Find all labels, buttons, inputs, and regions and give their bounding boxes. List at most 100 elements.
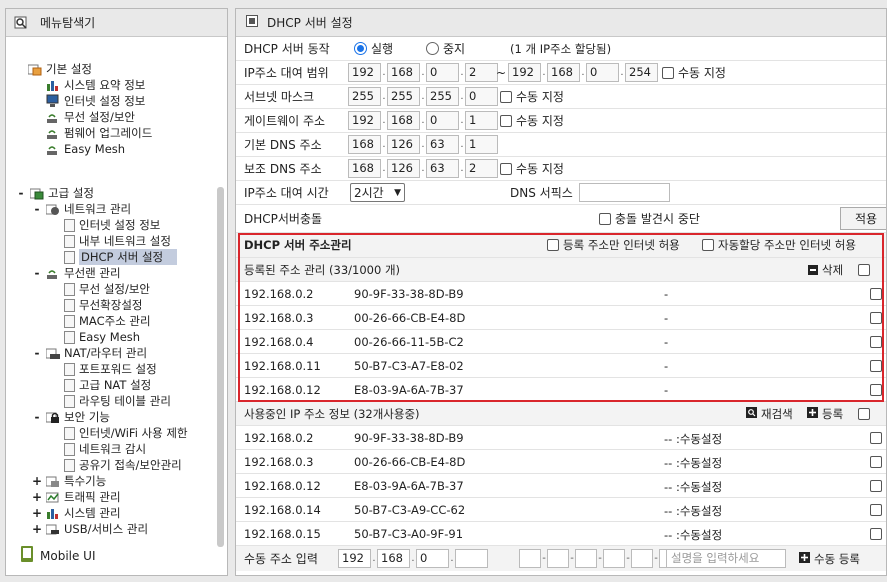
table-row[interactable]: 192.168.0.15 50-B7-C3-A0-9F-91 -- :수동설정 bbox=[236, 522, 886, 546]
menu-nat[interactable]: - NAT/라우터 관리 bbox=[32, 345, 148, 361]
menu-usb[interactable]: + USB/서비스 관리 bbox=[32, 521, 148, 537]
menu-wireless-item-2[interactable]: MAC주소 관리 bbox=[64, 313, 151, 329]
menu-security[interactable]: - 보안 기능 bbox=[32, 409, 110, 425]
menu-system[interactable]: + 시스템 관리 bbox=[32, 505, 121, 521]
range-end-input[interactable]: 192. 168. 0. 254 bbox=[508, 63, 658, 82]
expand-icon[interactable]: + bbox=[32, 473, 42, 489]
menu-scrollbar[interactable] bbox=[217, 187, 224, 547]
mobile-icon bbox=[20, 546, 34, 565]
menu-wireless[interactable]: - 무선랜 관리 bbox=[32, 265, 121, 281]
expand-icon[interactable]: + bbox=[32, 505, 42, 521]
page-icon bbox=[64, 314, 75, 328]
collapse-icon[interactable]: - bbox=[32, 265, 42, 281]
menu-security-item-1[interactable]: 네트워크 감시 bbox=[64, 441, 146, 457]
dns1-input[interactable]: 168. 126. 63. 1 bbox=[348, 135, 498, 154]
row-checkbox[interactable] bbox=[870, 504, 882, 516]
dns-suffix-input[interactable] bbox=[579, 183, 670, 202]
page-icon bbox=[64, 362, 75, 376]
menu-basic-item-3[interactable]: 펌웨어 업그레이드 bbox=[46, 125, 152, 141]
manual-ip-input[interactable]: 192. 168. 0. bbox=[338, 549, 488, 568]
folder-icon bbox=[45, 474, 60, 488]
row-operation: DHCP 서버 동작 실행 중지 (1 개 IP주소 할당됨) bbox=[236, 37, 886, 61]
select-all-inuse-checkbox[interactable] bbox=[858, 407, 870, 420]
table-row[interactable]: 192.168.0.14 50-B7-C3-A9-CC-62 -- :수동설정 bbox=[236, 498, 886, 522]
lease-select[interactable]: 2시간 ▼ bbox=[350, 183, 405, 202]
plus-icon bbox=[799, 551, 810, 566]
menu-network-item-1[interactable]: 내부 네트워크 설정 bbox=[64, 233, 171, 249]
wireless-icon bbox=[46, 110, 60, 124]
rescan-button[interactable]: 재검색 bbox=[746, 406, 793, 422]
subnet-manual-checkbox[interactable] bbox=[500, 90, 512, 103]
row-dns1: 기본 DNS 주소 168. 126. 63. 1 bbox=[236, 133, 886, 157]
radio-run[interactable]: 실행 bbox=[354, 40, 393, 57]
manual-register-button[interactable]: 수동 등록 bbox=[799, 551, 860, 567]
subnet-input[interactable]: 255. 255. 255. 0 bbox=[348, 87, 498, 106]
row-gateway: 게이트웨이 주소 192. 168. 0. 1 수동 지정 bbox=[236, 109, 886, 133]
menu-wireless-item-0[interactable]: 무선 설정/보안 bbox=[64, 281, 150, 297]
menu-special[interactable]: + 특수기능 bbox=[32, 473, 106, 489]
dhcp-panel: DHCP 서버 설정 DHCP 서버 동작 실행 중지 (1 개 IP주소 할당… bbox=[235, 8, 887, 576]
subnet-manual[interactable]: 수동 지정 bbox=[500, 88, 564, 105]
table-row[interactable]: 192.168.0.2 90-9F-33-38-8D-B9 -- :수동설정 bbox=[236, 426, 886, 450]
radio-run-button[interactable] bbox=[354, 42, 367, 55]
page-icon bbox=[64, 330, 75, 344]
usb-icon bbox=[45, 522, 60, 536]
row-subnet: 서브넷 마스크 255. 255. 255. 0 수동 지정 bbox=[236, 85, 886, 109]
menu-nat-item-0[interactable]: 포트포워드 설정 bbox=[64, 361, 157, 377]
dhcp-header: DHCP 서버 설정 bbox=[236, 9, 886, 37]
menu-advanced[interactable]: - 고급 설정 bbox=[16, 185, 94, 201]
expand-icon[interactable]: + bbox=[32, 521, 42, 537]
page-icon bbox=[64, 426, 75, 440]
conflict-stop-checkbox[interactable] bbox=[599, 212, 611, 225]
table-row[interactable]: 192.168.0.3 00-26-66-CB-E4-8D -- :수동설정 bbox=[236, 450, 886, 474]
collapse-icon[interactable]: - bbox=[32, 201, 42, 217]
page-icon bbox=[64, 298, 75, 312]
menu-basic-item-4[interactable]: Easy Mesh bbox=[46, 141, 125, 157]
menu-wireless-item-3[interactable]: Easy Mesh bbox=[64, 329, 140, 345]
dns2-manual[interactable]: 수동 지정 bbox=[500, 160, 564, 177]
menu-network-item-0[interactable]: 인터넷 설정 정보 bbox=[64, 217, 160, 233]
table-row[interactable]: 192.168.0.12 E8-03-9A-6A-7B-37 -- :수동설정 bbox=[236, 474, 886, 498]
row-checkbox[interactable] bbox=[870, 528, 882, 540]
range-start-input[interactable]: 192. 168. 0. 2 bbox=[348, 63, 498, 82]
collapse-icon[interactable]: - bbox=[32, 345, 42, 361]
highlight-box bbox=[238, 233, 884, 402]
radio-stop[interactable]: 중지 bbox=[426, 40, 465, 57]
conflict-stop[interactable]: 충돌 발견시 중단 bbox=[599, 210, 700, 227]
range-manual[interactable]: 수동 지정 bbox=[662, 64, 726, 81]
row-checkbox[interactable] bbox=[870, 456, 882, 468]
menu-security-item-0[interactable]: 인터넷/WiFi 사용 제한 bbox=[64, 425, 188, 441]
gateway-manual[interactable]: 수동 지정 bbox=[500, 112, 564, 129]
folder-settings-icon bbox=[27, 62, 42, 76]
expand-icon[interactable]: + bbox=[32, 489, 42, 505]
page-icon bbox=[64, 282, 75, 296]
mobile-ui-link[interactable]: Mobile UI bbox=[20, 546, 96, 565]
menu-nat-item-1[interactable]: 고급 NAT 설정 bbox=[64, 377, 151, 393]
menu-network-item-dhcp[interactable]: DHCP 서버 설정 bbox=[64, 249, 178, 265]
folder-settings-icon bbox=[29, 186, 44, 200]
manual-mac-input[interactable]: - - - - - bbox=[519, 549, 681, 568]
menu-traffic[interactable]: + 트래픽 관리 bbox=[32, 489, 121, 505]
radio-stop-button[interactable] bbox=[426, 42, 439, 55]
menu-basic-item-0[interactable]: 시스템 요약 정보 bbox=[46, 77, 145, 93]
description-input[interactable]: 설명을 입력하세요 bbox=[666, 549, 786, 568]
menu-network[interactable]: - 네트워크 관리 bbox=[32, 201, 132, 217]
page-title: DHCP 서버 설정 bbox=[267, 16, 353, 30]
range-manual-checkbox[interactable] bbox=[662, 66, 674, 79]
dns2-input[interactable]: 168. 126. 63. 2 bbox=[348, 159, 498, 178]
menu-security-item-2[interactable]: 공유기 접속/보안관리 bbox=[64, 457, 182, 473]
gateway-manual-checkbox[interactable] bbox=[500, 114, 512, 127]
menu-basic-item-1[interactable]: 인터넷 설정 정보 bbox=[46, 93, 145, 109]
register-button[interactable]: 등록 bbox=[807, 406, 843, 422]
collapse-icon[interactable]: - bbox=[32, 409, 42, 425]
menu-basic-item-2[interactable]: 무선 설정/보안 bbox=[46, 109, 135, 125]
menu-nat-item-2[interactable]: 라우팅 테이블 관리 bbox=[64, 393, 171, 409]
collapse-icon[interactable]: - bbox=[16, 185, 26, 201]
apply-button[interactable]: 적용 bbox=[840, 207, 886, 230]
row-checkbox[interactable] bbox=[870, 432, 882, 444]
gateway-input[interactable]: 192. 168. 0. 1 bbox=[348, 111, 498, 130]
menu-basic[interactable]: 기본 설정 bbox=[27, 61, 92, 77]
row-checkbox[interactable] bbox=[870, 480, 882, 492]
menu-wireless-item-1[interactable]: 무선확장설정 bbox=[64, 297, 142, 313]
dns2-manual-checkbox[interactable] bbox=[500, 162, 512, 175]
